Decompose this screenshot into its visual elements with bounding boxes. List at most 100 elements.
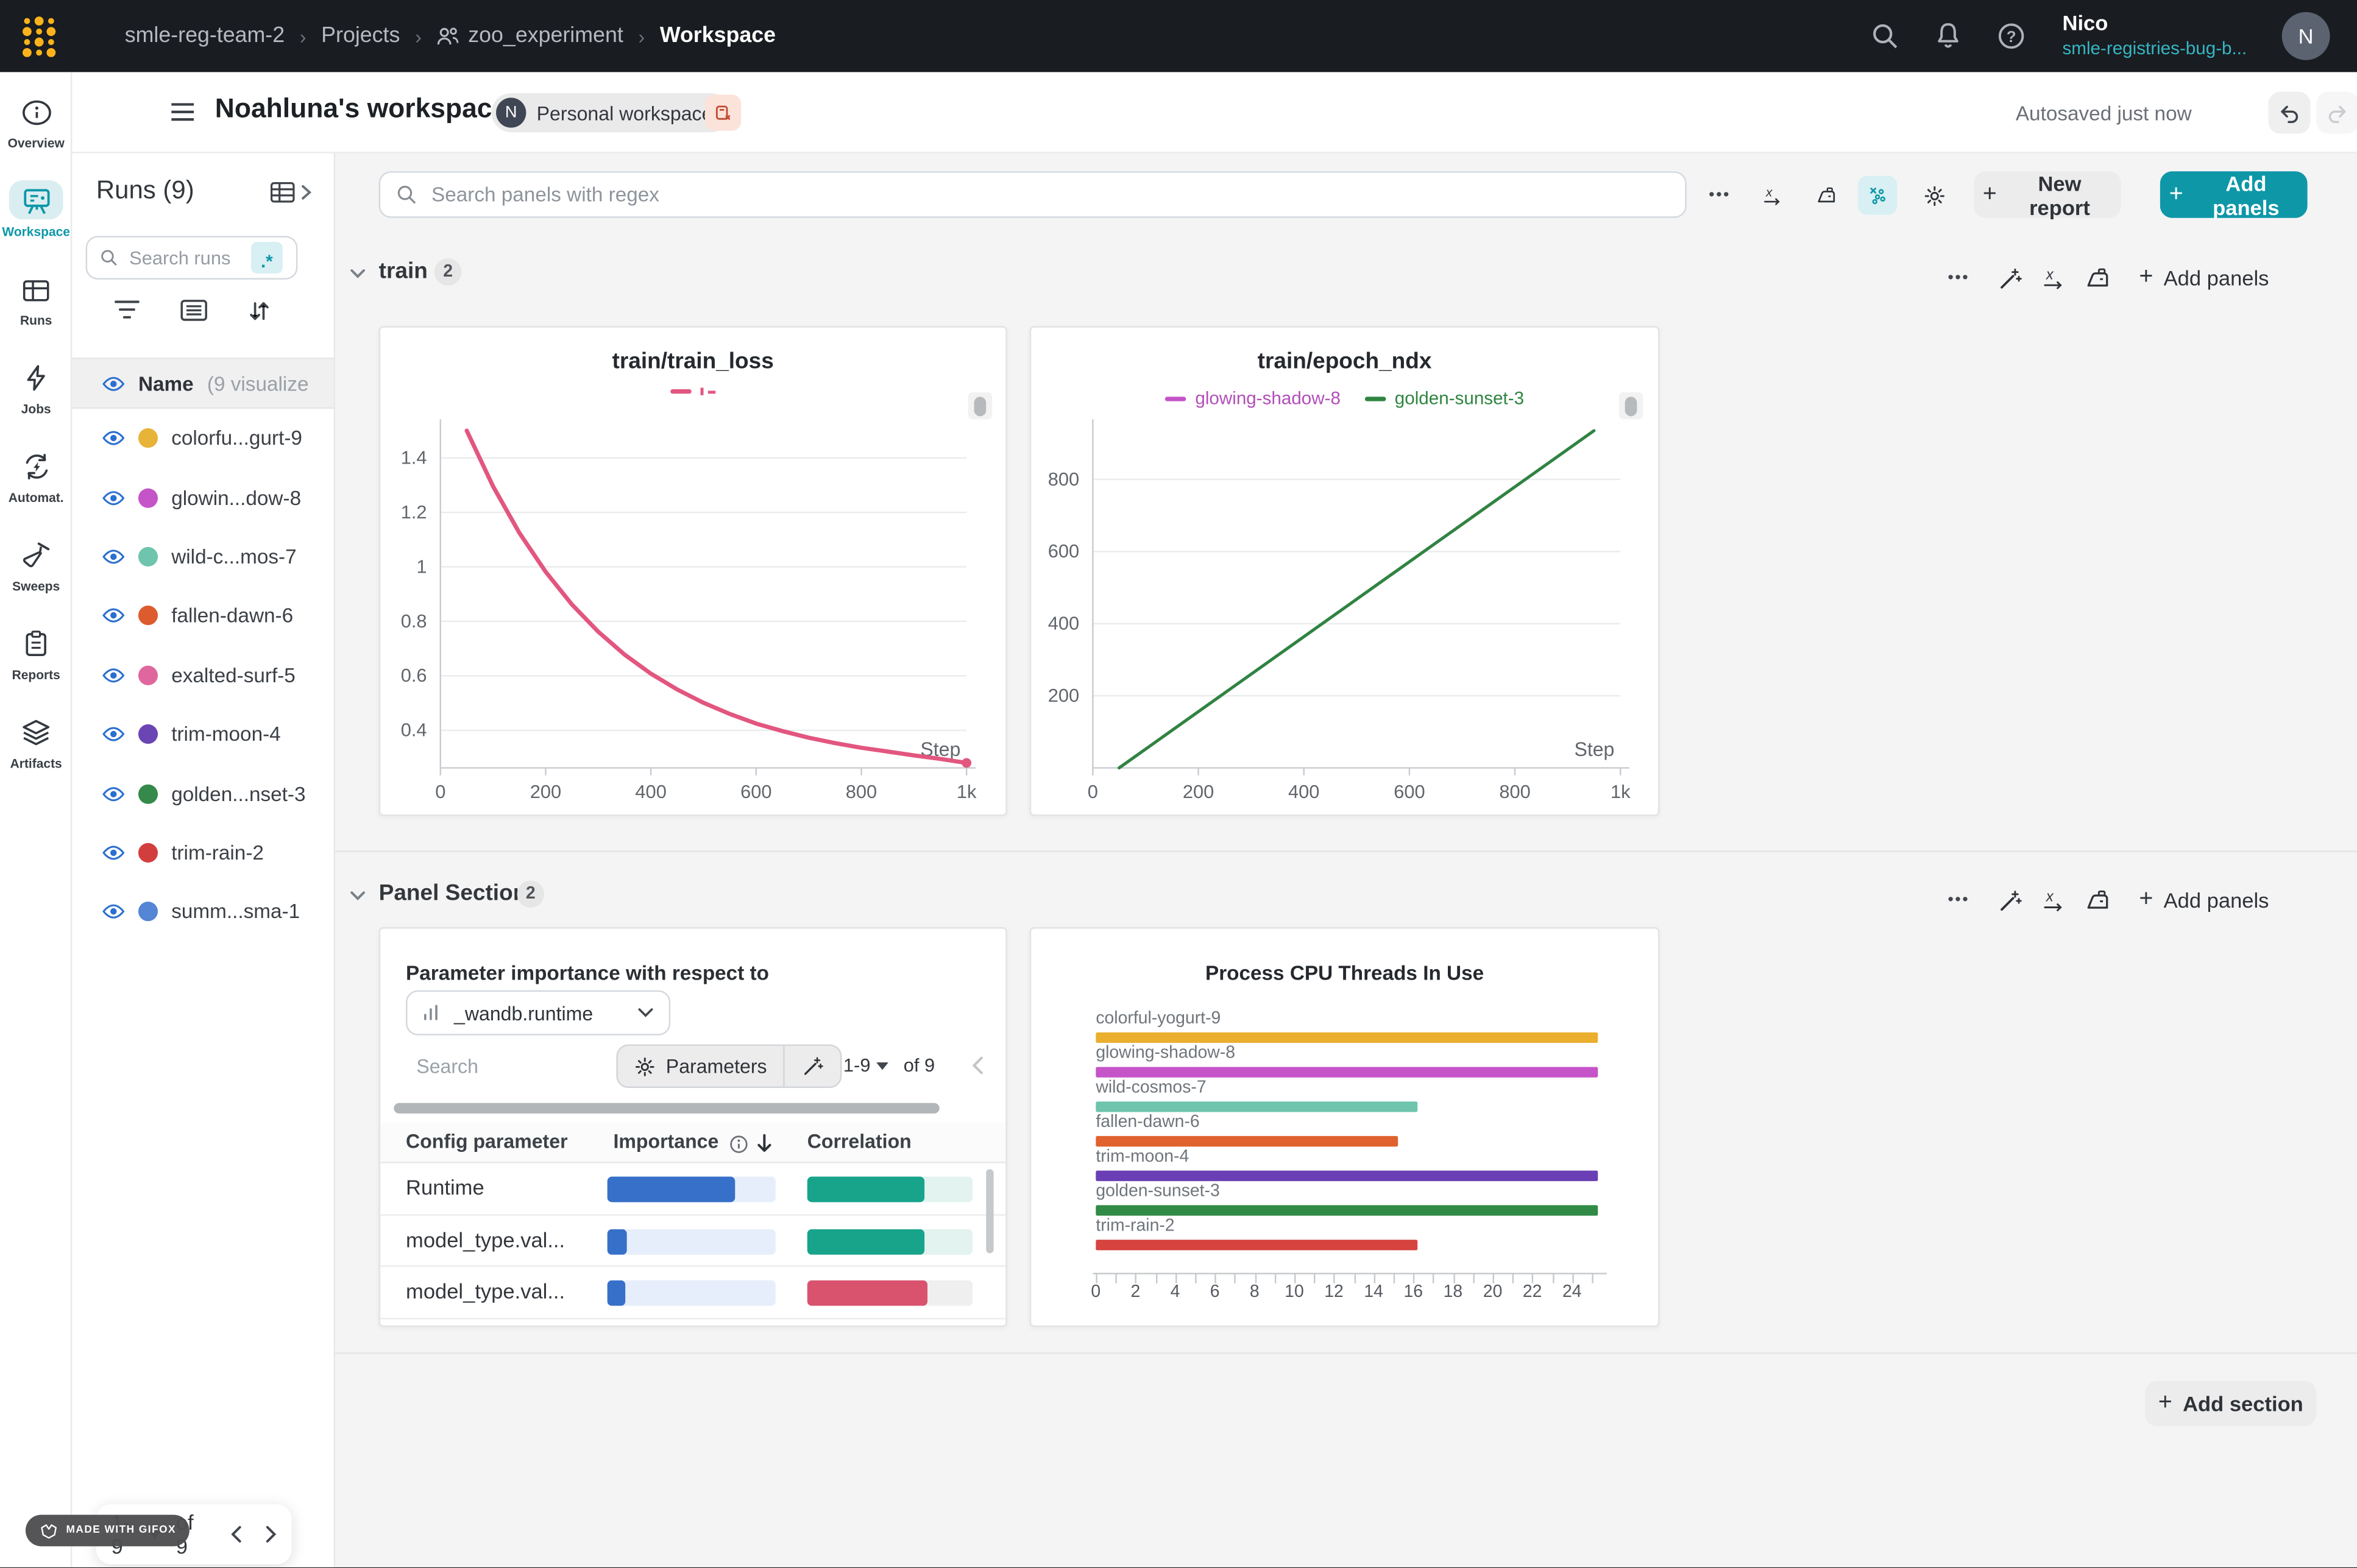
cpu-bar[interactable] [1096, 1205, 1598, 1215]
panel-bank-icon[interactable] [1807, 176, 1846, 215]
scatter-panels-icon[interactable] [1858, 176, 1897, 215]
nav-overview[interactable]: Overview [0, 93, 72, 150]
section-add-panels-button[interactable]: +Add panels [2130, 264, 2278, 291]
personal-workspace-pill[interactable]: N Personal workspace [492, 93, 731, 132]
nav-sweeps[interactable]: Sweeps [0, 535, 72, 593]
run-row[interactable]: fallen-dawn-6 [72, 586, 333, 645]
section-title[interactable]: Panel Section [379, 881, 527, 906]
sort-desc-arrow-icon[interactable] [756, 1133, 773, 1154]
vertical-scrollbar[interactable] [986, 1169, 993, 1253]
pagination-prev-chevron-icon[interactable] [971, 1055, 985, 1076]
breadcrumb-projects[interactable]: Projects [321, 24, 400, 48]
workspace-settings-gear-icon[interactable] [1915, 176, 1954, 215]
run-row[interactable]: exalted-surf-5 [72, 646, 333, 705]
wandb-logo-icon[interactable] [19, 15, 60, 57]
runs-table-toggle-icon[interactable] [269, 180, 296, 204]
run-visibility-eye-icon[interactable] [102, 723, 125, 746]
correlation-column[interactable]: Correlation [807, 1130, 912, 1153]
nav-reports[interactable]: Reports [0, 624, 72, 682]
run-visibility-eye-icon[interactable] [102, 664, 125, 687]
section-overflow-menu[interactable]: ••• [1939, 881, 1978, 920]
run-visibility-eye-icon[interactable] [102, 782, 125, 805]
user-info[interactable]: Nico smle-registries-bug-b... [2063, 10, 2247, 59]
add-panels-button[interactable]: +Add panels [2160, 171, 2308, 217]
breadcrumb-team[interactable]: smle-reg-team-2 [125, 24, 285, 48]
notifications-bell-icon[interactable] [1933, 21, 1963, 51]
panel-drag-handle-icon[interactable] [1619, 392, 1643, 419]
user-org-link[interactable]: smle-registries-bug-b... [2063, 37, 2247, 59]
run-search-input[interactable] [126, 245, 243, 269]
cpu-bar[interactable] [1096, 1240, 1417, 1250]
run-row[interactable]: wild-c...mos-7 [72, 527, 333, 586]
importance-search-placeholder[interactable]: Search [416, 1055, 478, 1078]
help-icon[interactable]: ? [1996, 21, 2026, 51]
redo-button[interactable] [2316, 91, 2357, 133]
x-axis-settings-icon[interactable]: x [2041, 888, 2065, 912]
run-visibility-eye-icon[interactable] [102, 486, 125, 509]
metric-dropdown[interactable]: _wandb.runtime [406, 991, 670, 1036]
run-visibility-eye-icon[interactable] [102, 605, 125, 627]
section-collapse-chevron-icon[interactable] [349, 886, 367, 905]
x-axis-settings-icon[interactable]: x [1753, 176, 1792, 215]
search-icon[interactable] [1870, 21, 1900, 51]
panel-bank-icon[interactable] [2085, 266, 2111, 290]
magic-wand-icon[interactable] [1997, 888, 2021, 913]
panel-cpu-threads[interactable]: Process CPU Threads In Use colorful-yogu… [1030, 927, 1660, 1327]
run-visibility-eye-icon[interactable] [102, 841, 125, 864]
toolbar-overflow-menu[interactable]: ••• [1700, 176, 1739, 215]
runs-list-header[interactable]: Name (9 visualize [72, 358, 333, 409]
nav-automations[interactable]: Automat. [0, 447, 72, 504]
info-icon[interactable] [729, 1134, 748, 1154]
horizontal-scrollbar[interactable] [394, 1103, 996, 1114]
panel-epoch-ndx[interactable]: train/epoch_ndx glowing-shadow-8 golden-… [1030, 326, 1660, 816]
hamburger-menu-icon[interactable] [171, 102, 194, 122]
panel-drag-handle-icon[interactable] [968, 392, 992, 419]
magic-wand-icon[interactable] [1997, 265, 2021, 291]
visibility-all-eye-icon[interactable] [102, 372, 125, 395]
group-list-icon[interactable] [180, 299, 207, 322]
regex-toggle[interactable]: .* [251, 242, 283, 274]
run-row[interactable]: colorfu...gurt-9 [72, 409, 333, 468]
add-section-button[interactable]: +Add section [2145, 1381, 2316, 1426]
nav-artifacts[interactable]: Artifacts [0, 712, 72, 770]
x-axis-settings-icon[interactable]: x [2041, 266, 2065, 290]
cpu-bar[interactable] [1096, 1067, 1598, 1077]
run-row[interactable]: golden...nset-3 [72, 764, 333, 823]
expand-runs-chevron-icon[interactable] [299, 183, 313, 202]
config-parameter-column[interactable]: Config parameter [406, 1130, 568, 1153]
auto-params-wand-button[interactable] [785, 1046, 840, 1087]
undo-button[interactable] [2268, 91, 2310, 133]
breadcrumb-project[interactable]: zoo_experiment [468, 24, 623, 48]
sort-icon[interactable] [249, 299, 271, 323]
run-row[interactable]: trim-rain-2 [72, 823, 333, 882]
cpu-bar[interactable] [1096, 1101, 1417, 1112]
section-overflow-menu[interactable]: ••• [1939, 258, 1978, 297]
run-row[interactable]: glowin...dow-8 [72, 468, 333, 527]
pagination-next-icon[interactable] [264, 1524, 277, 1545]
importance-row[interactable]: Runtime [380, 1163, 1005, 1215]
parameters-button[interactable]: Parameters [618, 1046, 784, 1087]
run-visibility-eye-icon[interactable] [102, 545, 125, 568]
section-add-panels-button[interactable]: +Add panels [2130, 886, 2278, 913]
cpu-bar[interactable] [1096, 1033, 1598, 1043]
filter-icon[interactable] [114, 299, 140, 320]
importance-row[interactable]: model_type.val... [380, 1215, 1005, 1266]
legend-item[interactable]: golden-sunset-3 [1364, 387, 1524, 409]
panel-bank-icon[interactable] [2085, 888, 2111, 912]
run-row[interactable]: trim-moon-4 [72, 705, 333, 764]
run-visibility-eye-icon[interactable] [102, 900, 125, 923]
importance-column[interactable]: Importance [613, 1130, 718, 1153]
panel-train-loss[interactable]: train/train_loss 0.40.60.811.21.40200400… [379, 326, 1007, 816]
importance-row[interactable]: model_type.val... [380, 1267, 1005, 1319]
nav-runs[interactable]: Runs [0, 270, 72, 327]
pagination-prev-icon[interactable] [230, 1524, 243, 1545]
new-report-button[interactable]: +New report [1974, 171, 2121, 217]
cpu-bar[interactable] [1096, 1136, 1397, 1146]
importance-pagination[interactable]: 1-9 of 9 [843, 1055, 935, 1076]
run-visibility-eye-icon[interactable] [102, 427, 125, 450]
clear-workspace-button[interactable] [705, 94, 741, 130]
panel-parameter-importance[interactable]: Parameter importance with respect to _wa… [379, 927, 1007, 1327]
nav-jobs[interactable]: Jobs [0, 358, 72, 415]
section-collapse-chevron-icon[interactable] [349, 264, 367, 283]
run-row[interactable]: summ...sma-1 [72, 882, 333, 941]
